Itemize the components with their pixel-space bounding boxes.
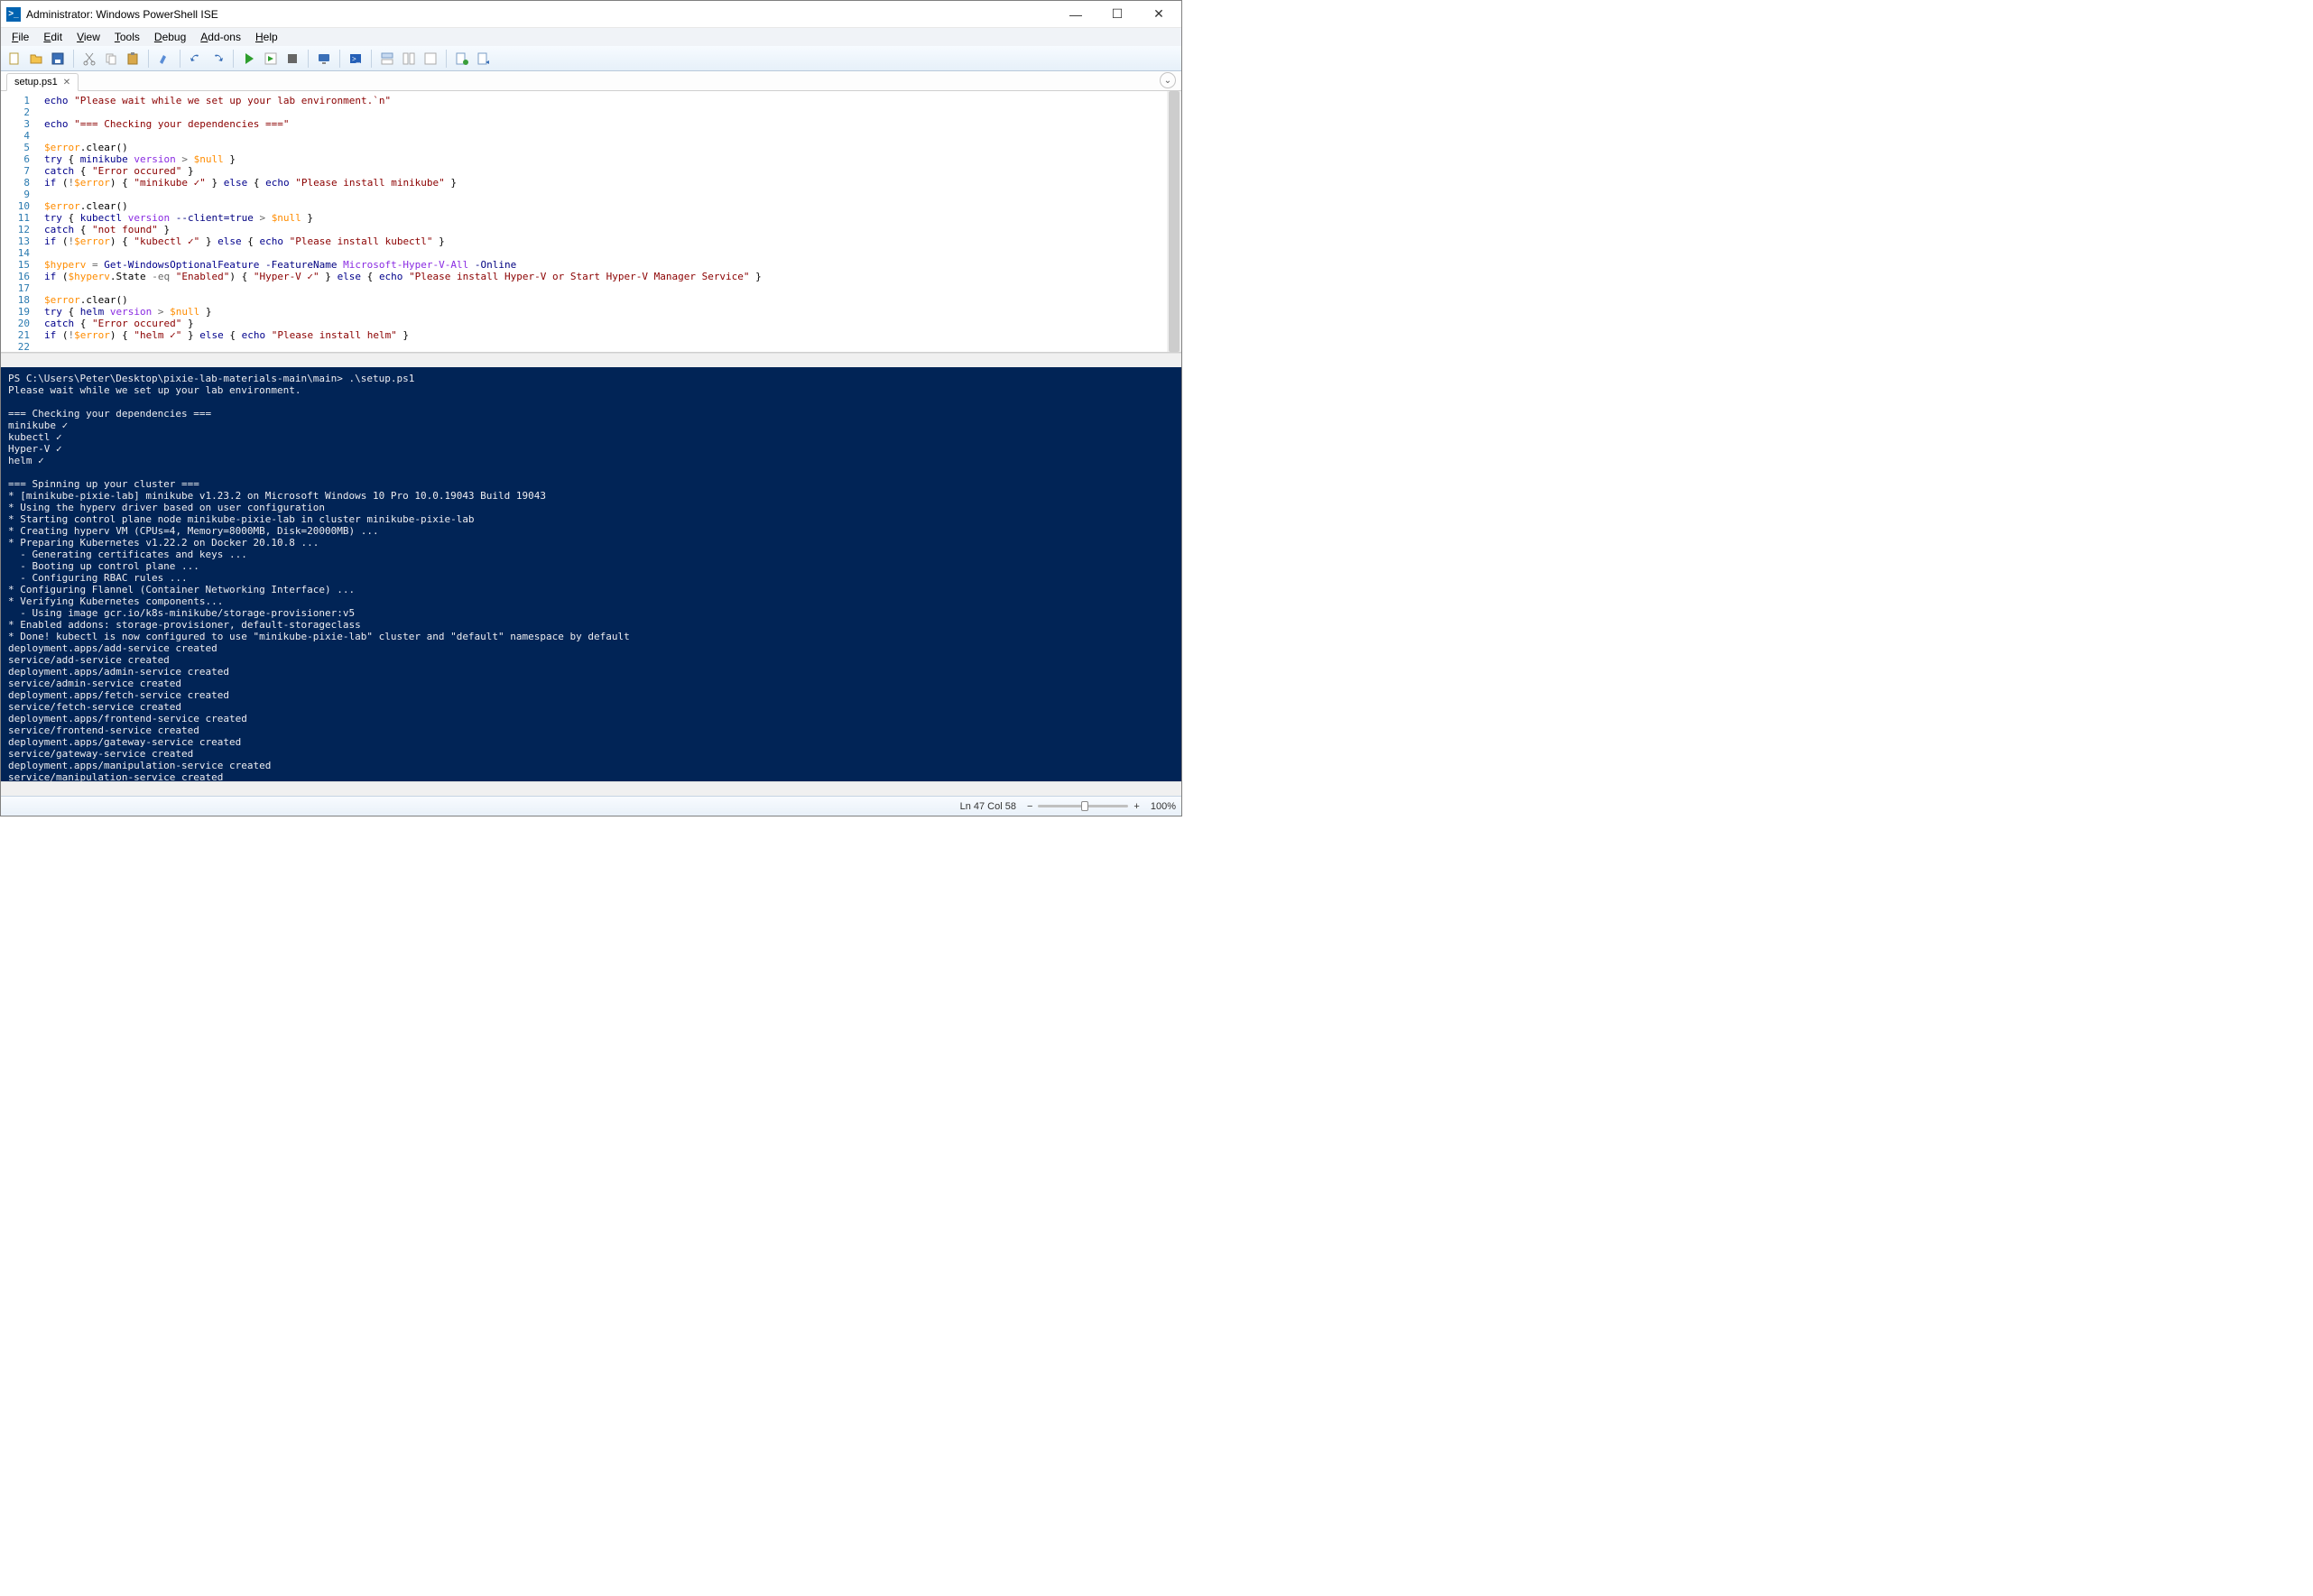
cut-button[interactable] (79, 49, 99, 69)
toolbar-sep (233, 50, 234, 68)
run-button[interactable] (239, 49, 259, 69)
show-script-right-button[interactable] (399, 49, 419, 69)
undo-button[interactable] (186, 49, 206, 69)
open-button[interactable] (26, 49, 46, 69)
line-gutter: 1234567891011121314151617181920212223242… (1, 91, 35, 352)
tab-label: setup.ps1 (14, 77, 58, 88)
status-bar: Ln 47 Col 58 − + 100% (1, 796, 1181, 816)
menu-help[interactable]: Help (248, 29, 285, 45)
toolbar-sep (148, 50, 149, 68)
zoom-out-icon[interactable]: − (1027, 801, 1032, 812)
menu-debug[interactable]: Debug (147, 29, 193, 45)
show-script-top-button[interactable] (377, 49, 397, 69)
toolbar-sep (308, 50, 309, 68)
clear-console-button[interactable] (154, 49, 174, 69)
window-title: Administrator: Windows PowerShell ISE (26, 8, 1055, 21)
zoom-label: 100% (1151, 801, 1176, 812)
new-button[interactable] (5, 49, 24, 69)
maximize-button[interactable]: ☐ (1096, 1, 1138, 28)
title-bar: >_ Administrator: Windows PowerShell ISE… (1, 1, 1181, 28)
console-hscrollbar[interactable] (1, 781, 1181, 796)
zoom-control[interactable]: − + (1027, 801, 1140, 812)
menu-edit[interactable]: Edit (36, 29, 69, 45)
menu-addons[interactable]: Add-ons (193, 29, 248, 45)
zoom-in-icon[interactable]: + (1133, 801, 1139, 812)
console-pane[interactable]: PS C:\Users\Peter\Desktop\pixie-lab-mate… (1, 367, 1181, 781)
tab-strip: setup.ps1 ✕ ⌄ (1, 71, 1181, 91)
toolbar-sep (73, 50, 74, 68)
minimize-button[interactable]: — (1055, 1, 1096, 28)
powershell-tab-button[interactable]: >_ (346, 49, 365, 69)
script-editor[interactable]: 1234567891011121314151617181920212223242… (1, 91, 1181, 353)
editor-hscrollbar[interactable] (1, 353, 1181, 367)
cursor-position: Ln 47 Col 58 (960, 801, 1016, 812)
collapse-script-pane-button[interactable]: ⌄ (1160, 72, 1176, 88)
run-selection-button[interactable] (261, 49, 281, 69)
show-command-button[interactable] (452, 49, 472, 69)
toolbar: >_ (1, 46, 1181, 71)
save-button[interactable] (48, 49, 68, 69)
toolbar-sep (446, 50, 447, 68)
menu-view[interactable]: View (69, 29, 107, 45)
stop-button[interactable] (282, 49, 302, 69)
svg-text:>_: >_ (352, 55, 361, 63)
menu-file[interactable]: File (5, 29, 36, 45)
menu-tools[interactable]: Tools (107, 29, 147, 45)
tab-setup[interactable]: setup.ps1 ✕ (6, 73, 79, 91)
tab-close-icon[interactable]: ✕ (63, 78, 70, 88)
redo-button[interactable] (208, 49, 227, 69)
paste-button[interactable] (123, 49, 143, 69)
code-area[interactable]: echo "Please wait while we set up your l… (35, 91, 1181, 352)
menu-bar: File Edit View Tools Debug Add-ons Help (1, 28, 1181, 46)
copy-button[interactable] (101, 49, 121, 69)
editor-vscrollbar[interactable] (1167, 91, 1181, 352)
show-command-addon-button[interactable] (474, 49, 494, 69)
new-remote-tab-button[interactable] (314, 49, 334, 69)
app-icon: >_ (6, 7, 21, 22)
show-script-max-button[interactable] (421, 49, 440, 69)
zoom-slider[interactable] (1038, 805, 1128, 807)
toolbar-sep (339, 50, 340, 68)
toolbar-sep (371, 50, 372, 68)
close-button[interactable]: ✕ (1138, 1, 1180, 28)
